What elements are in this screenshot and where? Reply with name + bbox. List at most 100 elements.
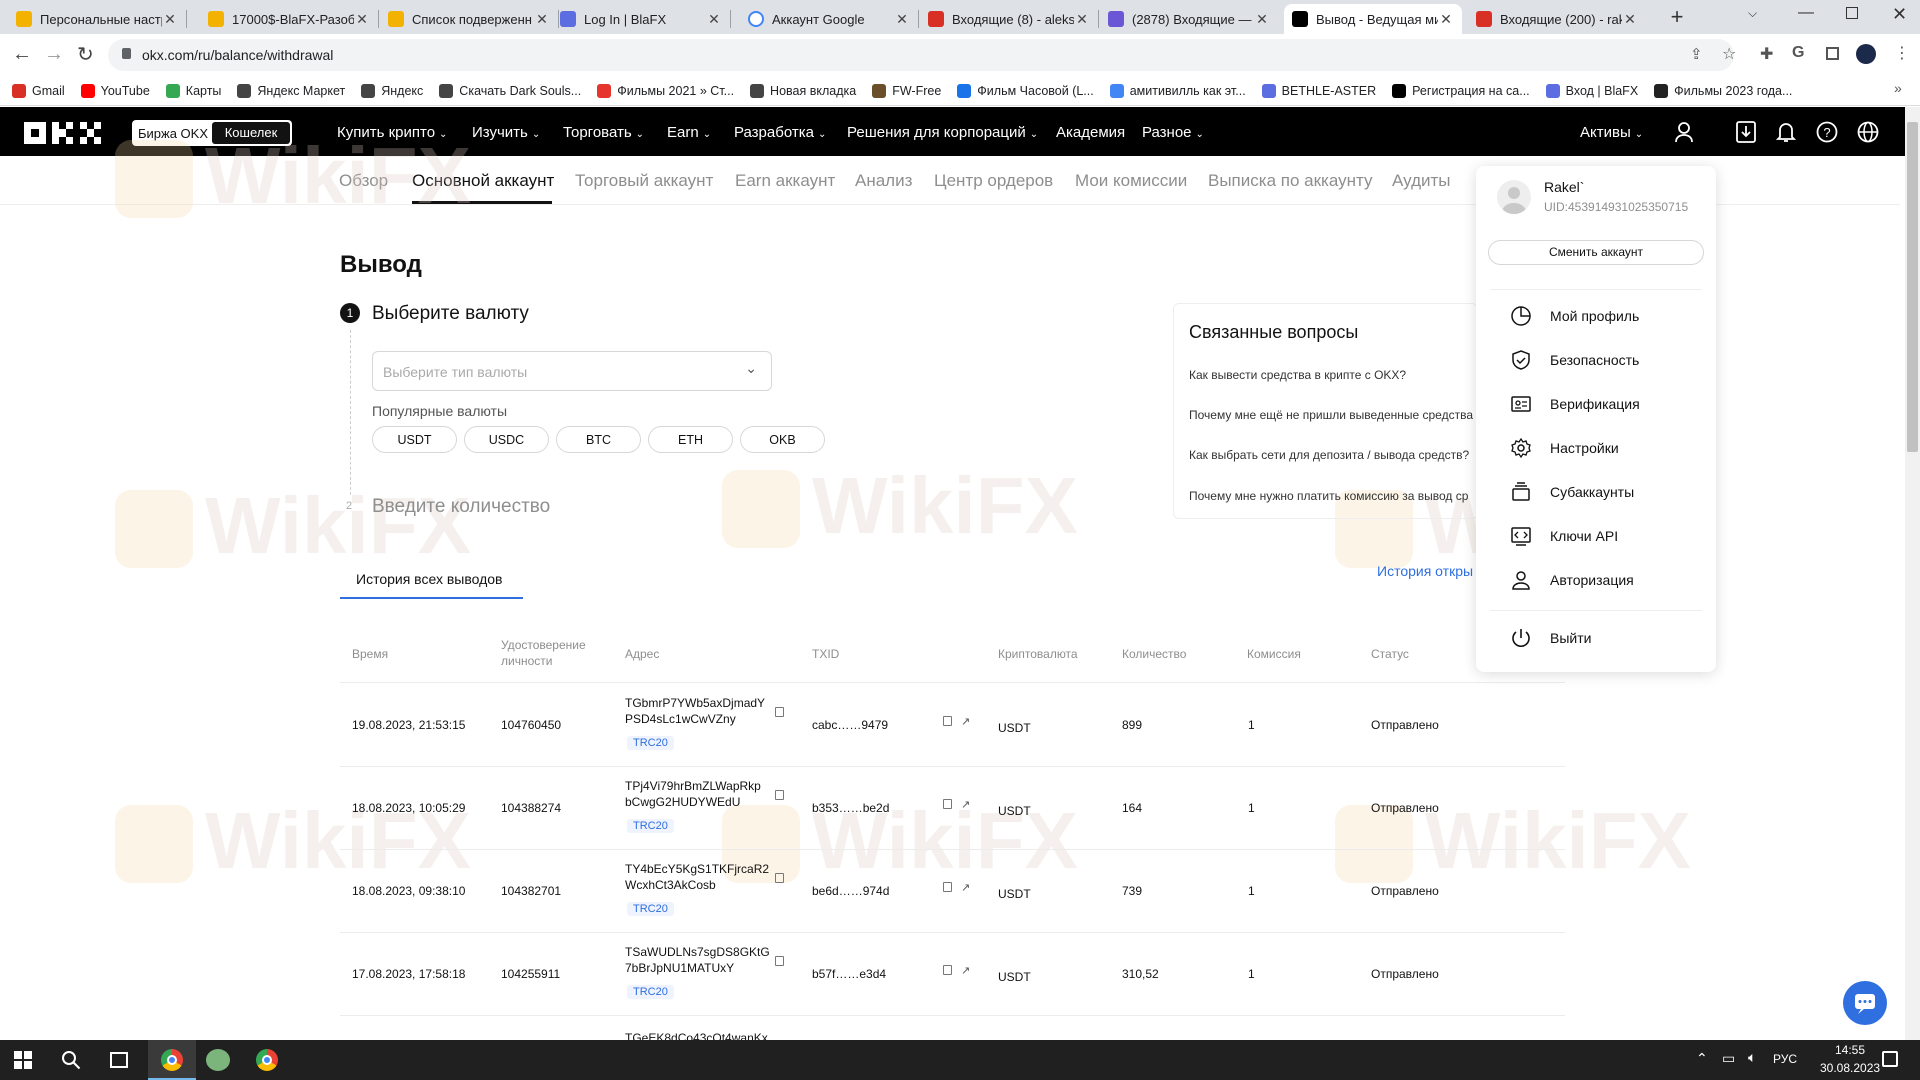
bookmark-item[interactable]: Карты	[165, 83, 221, 98]
faq-link[interactable]: Как выбрать сети для депозита / вывода с…	[1189, 448, 1469, 462]
dropdown-item[interactable]: Безопасность	[1510, 349, 1639, 371]
dropdown-item[interactable]: Ключи API	[1510, 525, 1618, 547]
nav-academy[interactable]: Академия	[1056, 124, 1125, 141]
subnav-analysis[interactable]: Анализ	[855, 171, 912, 191]
coin-chip-usdt[interactable]: USDT	[372, 426, 457, 453]
subnav-statement[interactable]: Выписка по аккаунту	[1208, 171, 1372, 191]
tab-close-icon[interactable]: ✕	[706, 11, 722, 28]
search-icon[interactable]	[61, 1050, 81, 1075]
clock-date[interactable]: 30.08.2023	[1820, 1061, 1880, 1075]
bookmarks-more-icon[interactable]: »	[1894, 80, 1902, 96]
copy-txid-icon[interactable]	[943, 965, 952, 975]
nav-more[interactable]: Разное ⌄	[1142, 124, 1204, 141]
faq-link[interactable]: Почему мне ещё не пришли выведенные сред…	[1189, 408, 1473, 422]
browser-tab[interactable]: Персональные настро ✕	[8, 4, 186, 34]
tray-chevron-icon[interactable]: ⌃	[1696, 1050, 1708, 1067]
bookmark-item[interactable]: Скачать Dark Souls...	[439, 83, 581, 98]
tab-close-icon[interactable]: ✕	[1622, 11, 1638, 28]
copy-txid-icon[interactable]	[943, 716, 952, 726]
copy-txid-icon[interactable]	[943, 799, 952, 809]
forward-icon[interactable]: →	[44, 43, 64, 66]
volume-icon[interactable]: 🔈︎	[1748, 1049, 1756, 1066]
chrome-taskbar-icon-2[interactable]	[256, 1049, 278, 1071]
coin-chip-eth[interactable]: ETH	[648, 426, 733, 453]
bookmark-item[interactable]: Фильм Часовой (L...	[957, 83, 1094, 98]
copy-address-icon[interactable]	[775, 873, 784, 883]
external-link-icon[interactable]: ↗	[961, 798, 970, 811]
coin-chip-okb[interactable]: OKB	[740, 426, 825, 453]
nav-buy-crypto[interactable]: Купить крипто ⌄	[337, 124, 447, 141]
start-icon[interactable]	[14, 1051, 32, 1069]
browser-tab[interactable]: Список подверженн ✕	[380, 4, 558, 34]
row-txid[interactable]: cabc……9479	[812, 718, 888, 732]
google-icon[interactable]: G	[1792, 44, 1804, 62]
nav-learn[interactable]: Изучить ⌄	[472, 124, 540, 141]
subnav-earn-account[interactable]: Earn аккаунт	[735, 171, 835, 191]
subnav-main-account[interactable]: Основной аккаунт	[412, 171, 554, 191]
row-txid[interactable]: b57f……e3d4	[812, 967, 886, 981]
copy-address-icon[interactable]	[775, 790, 784, 800]
new-tab-button[interactable]: +	[1663, 5, 1691, 31]
subnav-overview[interactable]: Обзор	[339, 171, 388, 191]
scrollbar-thumb[interactable]	[1907, 122, 1918, 452]
profile-avatar[interactable]	[1856, 44, 1876, 64]
coin-chip-btc[interactable]: BTC	[556, 426, 641, 453]
sidepanel-icon[interactable]	[1826, 47, 1839, 60]
bookmark-item[interactable]: BETHLE-ASTER	[1261, 83, 1376, 98]
menu-dots-icon[interactable]: ⋮	[1894, 43, 1910, 63]
history-open-link[interactable]: История откры	[1377, 563, 1473, 579]
bookmark-star-icon[interactable]: ☆	[1722, 44, 1736, 64]
bookmark-item[interactable]: Gmail	[12, 83, 65, 98]
tab-close-icon[interactable]: ✕	[162, 11, 178, 28]
globe-icon[interactable]	[1857, 121, 1879, 148]
bookmark-item[interactable]: Яндекс	[361, 83, 423, 98]
tab-close-icon[interactable]: ✕	[1254, 11, 1270, 28]
lock-icon[interactable]	[122, 48, 131, 59]
dropdown-item[interactable]: Субаккаунты	[1510, 481, 1634, 503]
bookmark-item[interactable]: Вход | BlaFX	[1545, 83, 1638, 98]
browser-tab[interactable]: Входящие (200) - rake ✕	[1468, 4, 1646, 34]
browser-tab[interactable]: 17000$-BlaFX-Разобла✕	[200, 4, 378, 34]
bookmark-item[interactable]: YouTube	[80, 83, 150, 98]
subnav-trading-account[interactable]: Торговый аккаунт	[575, 171, 713, 191]
bookmark-item[interactable]: Фильмы 2023 года...	[1654, 83, 1792, 98]
bookmark-item[interactable]: FW-Free	[872, 83, 941, 98]
language-indicator[interactable]: РУС	[1773, 1052, 1797, 1066]
dropdown-item[interactable]: Мой профиль	[1510, 305, 1639, 327]
extensions-icon[interactable]: ✚	[1760, 44, 1773, 64]
back-icon[interactable]: ←	[12, 43, 32, 66]
external-link-icon[interactable]: ↗	[961, 715, 970, 728]
bookmark-item[interactable]: Фильмы 2021 » Ст...	[597, 83, 734, 98]
help-icon[interactable]: ?	[1816, 121, 1838, 148]
dropdown-item[interactable]: Верификация	[1510, 393, 1640, 415]
external-link-icon[interactable]: ↗	[961, 881, 970, 894]
notifications-icon[interactable]	[1882, 1051, 1898, 1067]
reload-icon[interactable]: ↻	[77, 42, 94, 67]
close-window-button[interactable]: ✕	[1892, 4, 1907, 25]
copy-address-icon[interactable]	[775, 956, 784, 966]
user-icon[interactable]	[1674, 121, 1694, 148]
share-icon[interactable]: ⇪	[1690, 45, 1703, 63]
url-text[interactable]: okx.com/ru/balance/withdrawal	[142, 47, 333, 63]
faq-link[interactable]: Как вывести средства в крипте с OKX?	[1189, 368, 1406, 382]
dropdown-item[interactable]: Настройки	[1510, 437, 1619, 459]
tab-close-icon[interactable]: ✕	[1074, 11, 1090, 28]
restore-button[interactable]	[1846, 7, 1858, 19]
nav-trade[interactable]: Торговать ⌄	[563, 124, 644, 141]
address-bar[interactable]	[108, 39, 1734, 71]
browser-tab[interactable]: Вывод - Ведущая ми ✕	[1284, 4, 1462, 34]
browser-tab[interactable]: Аккаунт Google ✕	[740, 4, 918, 34]
subnav-audits[interactable]: Аудиты	[1392, 171, 1451, 191]
tab-close-icon[interactable]: ✕	[534, 11, 550, 28]
row-txid[interactable]: be6d……974d	[812, 884, 889, 898]
bookmark-item[interactable]: амитивилль как эт...	[1109, 83, 1246, 98]
dropdown-item[interactable]: Авторизация	[1510, 569, 1634, 591]
row-txid[interactable]: b353……be2d	[812, 801, 889, 815]
chrome-taskbar-icon[interactable]	[148, 1040, 196, 1080]
faq-link[interactable]: Почему мне нужно платить комиссию за выв…	[1189, 489, 1468, 503]
switch-account-button[interactable]: Сменить аккаунт	[1488, 240, 1704, 265]
nav-development[interactable]: Разработка ⌄	[734, 124, 826, 141]
bell-icon[interactable]	[1775, 121, 1797, 148]
bookmark-item[interactable]: Яндекс Маркет	[237, 83, 345, 98]
app-taskbar-icon[interactable]	[206, 1049, 230, 1071]
